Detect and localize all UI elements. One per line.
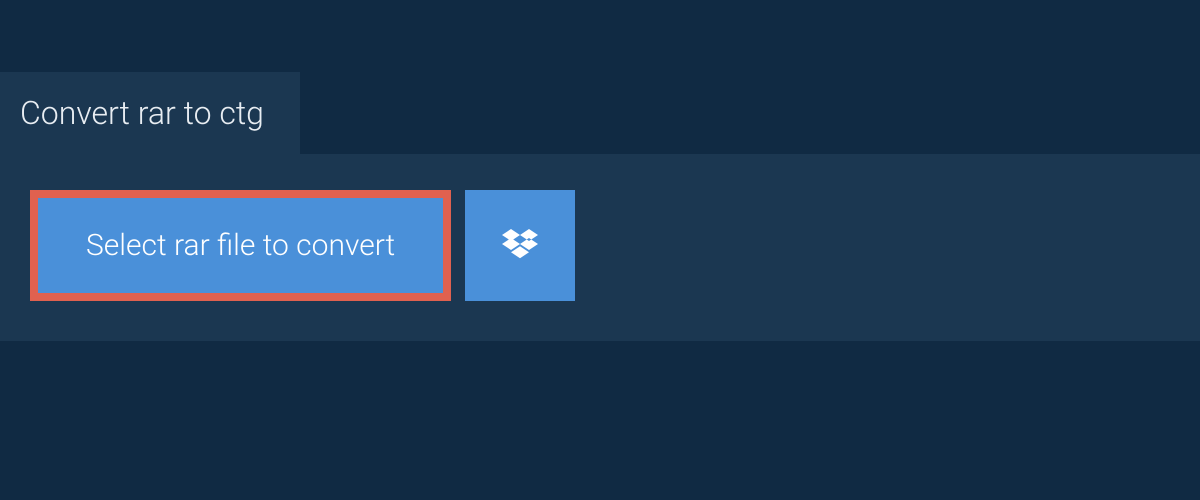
select-file-label: Select rar file to convert <box>86 228 395 263</box>
select-file-button[interactable]: Select rar file to convert <box>30 190 451 301</box>
dropbox-icon <box>502 226 538 265</box>
conversion-panel: Select rar file to convert <box>0 154 1200 341</box>
tab-convert[interactable]: Convert rar to ctg <box>0 72 300 154</box>
dropbox-button[interactable] <box>465 190 575 301</box>
tab-label: Convert rar to ctg <box>20 94 264 132</box>
tab-bar: Convert rar to ctg <box>0 0 1200 154</box>
